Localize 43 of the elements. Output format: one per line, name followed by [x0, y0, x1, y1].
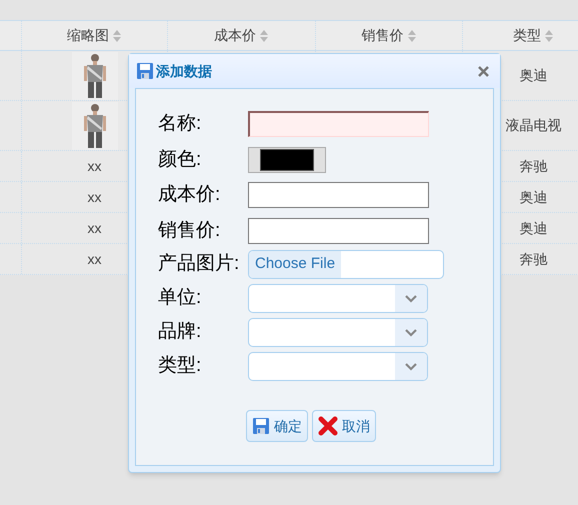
confirm-button[interactable]: 确定: [246, 410, 308, 442]
text-field[interactable]: [248, 218, 429, 244]
close-icon[interactable]: [478, 66, 489, 76]
dropdown-field[interactable]: [248, 318, 428, 347]
column-header[interactable]: 销售价: [362, 25, 404, 46]
table-cell-text: 奔驰: [520, 250, 548, 268]
column-header[interactable]: 成本价: [214, 25, 256, 46]
table-cell-text: xx: [88, 156, 102, 176]
field-label: 销售价:: [158, 218, 222, 242]
table-cell-text: xx: [88, 188, 102, 206]
chevron-down-icon[interactable]: [405, 294, 417, 302]
table-cell-text: 奥迪: [520, 66, 548, 85]
field-label: 名称:: [158, 112, 202, 136]
cross-icon: [318, 416, 338, 436]
choose-file-button[interactable]: Choose File: [249, 251, 342, 278]
field-label: 品牌:: [158, 320, 202, 344]
field-label: 单位:: [158, 286, 202, 310]
column-header[interactable]: 类型: [513, 25, 541, 46]
table-cell-text: 奥迪: [520, 188, 548, 206]
chevron-down-icon[interactable]: [405, 328, 417, 336]
text-field[interactable]: [248, 111, 429, 138]
text-field[interactable]: [248, 182, 429, 208]
dialog-title: 添加数据: [156, 62, 212, 80]
table-cell-text: 奥迪: [520, 218, 548, 238]
file-field[interactable]: Choose File: [248, 250, 444, 279]
field-label: 成本价:: [158, 183, 222, 207]
sort-icon[interactable]: [259, 28, 269, 42]
table-cell-text: xx: [88, 218, 102, 238]
chevron-down-icon[interactable]: [405, 362, 417, 370]
table-cell-text: 液晶电视: [506, 116, 562, 135]
table-cell-text: xx: [88, 250, 102, 268]
sort-icon[interactable]: [406, 28, 416, 42]
field-label: 产品图片:: [158, 252, 240, 276]
sort-icon[interactable]: [112, 28, 122, 42]
dropdown-field[interactable]: [248, 352, 428, 381]
color-picker[interactable]: [248, 146, 326, 173]
field-label: 颜色:: [158, 148, 202, 172]
sort-icon[interactable]: [544, 28, 554, 42]
field-label: 类型:: [158, 354, 202, 378]
column-header[interactable]: 缩略图: [67, 25, 109, 46]
dropdown-field[interactable]: [248, 284, 428, 313]
table-cell-text: 奔驰: [520, 156, 548, 176]
cancel-button[interactable]: 取消: [312, 410, 376, 442]
